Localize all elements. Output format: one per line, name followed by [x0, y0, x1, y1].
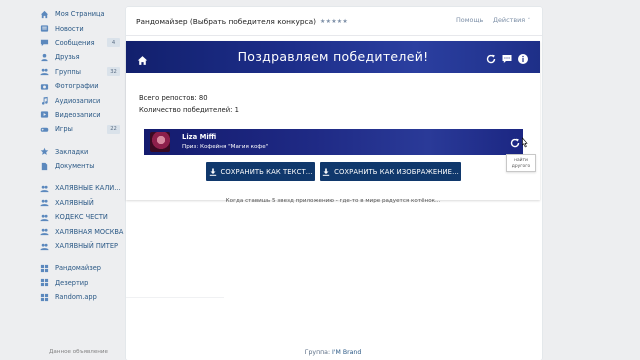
sidebar-item-group[interactable]: ХАЛЯВНАЯ МОСКВА: [36, 224, 124, 238]
sidebar-item-documents[interactable]: Документы: [36, 159, 122, 173]
home-icon: [40, 10, 49, 19]
app-footer: Группа: I'M Brand: [126, 349, 540, 356]
sidebar-item-label: Игры: [55, 125, 73, 134]
save-as-text-button[interactable]: СОХРАНИТЬ КАК ТЕКСТ...: [206, 162, 315, 181]
sidebar-separator: [36, 137, 122, 145]
photos-icon: [40, 82, 49, 91]
chat-icon[interactable]: [501, 50, 513, 63]
bookmarks-icon: [40, 147, 49, 156]
group-icon: [40, 227, 49, 236]
sidebar-item-app[interactable]: Рандомайзер: [36, 261, 122, 275]
save-as-text-label: СОХРАНИТЬ КАК ТЕКСТ...: [220, 167, 313, 176]
sidebar-item-label: Закладки: [55, 147, 89, 156]
sidebar-item-group[interactable]: ХАЛЯВНЫЙ ПИТЕР: [36, 239, 122, 253]
actions-menu[interactable]: Действия ˅: [493, 16, 530, 24]
sidebar-item-label: ХАЛЯВНЫЙ ПИТЕР: [55, 242, 118, 251]
app-banner: Поздравляем победителей!: [126, 41, 540, 73]
footer-prefix: Группа:: [304, 349, 333, 356]
sidebar-item-friends[interactable]: Друзья: [36, 50, 122, 64]
winners-count: Количество победителей: 1: [139, 106, 239, 114]
sidebar-item-label: Группы: [55, 67, 81, 76]
sidebar-item-audio[interactable]: Аудиозаписи: [36, 93, 122, 107]
sidebar-item-label: Рандомайзер: [55, 264, 101, 273]
sidebar-item-label: Моя Страница: [55, 10, 105, 19]
help-link[interactable]: Помощь: [456, 16, 483, 24]
sidebar-item-label: Фотографии: [55, 82, 99, 91]
total-reposts: Всего репостов: 80: [139, 94, 208, 102]
sidebar-item-label: ХАЛЯВНЫЕ КАЛИ...: [55, 184, 121, 193]
sidebar-item-label: Видеозаписи: [55, 110, 101, 119]
rating-tagline: Когда ставишь 5 звезд приложению - где-т…: [225, 198, 441, 204]
info-icon[interactable]: [517, 50, 529, 64]
sidebar-separator: [36, 173, 122, 181]
games-count-badge: 22: [107, 124, 120, 134]
audio-icon: [40, 96, 49, 105]
apps-grid-icon: [40, 264, 49, 273]
winner-prize: Приз: Кофейня "Магия кофе": [182, 144, 269, 150]
sidebar-item-games[interactable]: Игры 22: [36, 122, 122, 136]
news-icon: [40, 24, 49, 33]
group-icon: [40, 213, 49, 222]
sidebar-ad-label[interactable]: Данное объявление: [49, 349, 108, 355]
sidebar-item-my-page[interactable]: Моя Страница: [36, 7, 122, 21]
rating-stars[interactable]: ★★★★★: [320, 18, 348, 25]
app-title: Рандомайзер (Выбрать победителя конкурса…: [136, 16, 317, 26]
actions-label: Действия: [493, 16, 526, 24]
groups-count-badge: 32: [107, 67, 120, 77]
refresh-icon[interactable]: [485, 50, 497, 64]
group-icon: [40, 242, 49, 251]
messages-icon: [40, 38, 49, 47]
divider: [126, 297, 224, 298]
reroll-tooltip: найти другого: [506, 154, 536, 172]
group-icon: [40, 184, 49, 193]
chevron-down-icon: ˅: [526, 18, 531, 24]
app-frame: Поздравляем победителей! Всего репостов:…: [126, 41, 540, 200]
sidebar-item-label: КОДЕКС ЧЕСТИ: [55, 213, 108, 222]
winner-avatar[interactable]: [150, 132, 170, 152]
app-header: Рандомайзер (Выбрать победителя конкурса…: [126, 7, 542, 36]
sidebar-item-label: Дезертир: [55, 278, 89, 287]
sidebar-item-messages[interactable]: Сообщения 4: [36, 36, 122, 50]
sidebar-item-photos[interactable]: Фотографии: [36, 79, 122, 93]
groups-icon: [40, 67, 49, 76]
save-as-image-button[interactable]: СОХРАНИТЬ КАК ИЗОБРАЖЕНИЕ...: [320, 162, 461, 181]
mouse-pointer-icon: [522, 137, 528, 148]
sidebar-item-news[interactable]: Новости: [36, 21, 122, 35]
sidebar-item-label: Random.app: [55, 293, 97, 302]
sidebar-item-bookmarks[interactable]: Закладки: [36, 145, 122, 159]
download-icon: [322, 168, 330, 176]
sidebar-item-label: Новости: [55, 24, 84, 33]
sidebar-item-label: Документы: [55, 162, 95, 171]
save-as-image-label: СОХРАНИТЬ КАК ИЗОБРАЖЕНИЕ...: [334, 167, 459, 176]
apps-grid-icon: [40, 278, 49, 287]
sidebar-item-label: Аудиозаписи: [55, 96, 101, 105]
messages-count-badge: 4: [107, 38, 120, 48]
sidebar-item-group[interactable]: КОДЕКС ЧЕСТИ: [36, 210, 122, 224]
sidebar-item-label: Сообщения: [55, 38, 95, 47]
download-icon: [209, 168, 216, 176]
sidebar-item-app[interactable]: Random.app: [36, 290, 122, 304]
sidebar-item-label: Друзья: [55, 53, 80, 62]
left-sidebar: Моя Страница Новости Сообщения 4 Друзья …: [36, 7, 124, 304]
sidebar-item-group[interactable]: ХАЛЯВНЫЕ КАЛИ...: [36, 181, 122, 195]
sidebar-item-groups[interactable]: Группы 32: [36, 65, 122, 79]
sidebar-item-app[interactable]: Дезертир: [36, 276, 122, 290]
sidebar-item-video[interactable]: Видеозаписи: [36, 108, 122, 122]
group-link[interactable]: I'M Brand: [332, 349, 361, 356]
winner-name[interactable]: Liza Miffi: [182, 133, 216, 141]
sidebar-item-label: ХАЛЯВНАЯ МОСКВА: [55, 227, 124, 236]
sidebar-item-label: ХАЛЯВНЫЙ: [55, 198, 94, 207]
sidebar-item-group[interactable]: ХАЛЯВНЫЙ: [36, 196, 122, 210]
banner-title: Поздравляем победителей!: [237, 49, 429, 64]
sidebar-separator: [36, 253, 122, 261]
video-icon: [40, 110, 49, 119]
friends-icon: [40, 53, 49, 62]
app-card: Рандомайзер (Выбрать победителя конкурса…: [126, 7, 542, 360]
winner-row: Liza Miffi Приз: Кофейня "Магия кофе": [144, 129, 523, 155]
documents-icon: [40, 162, 49, 171]
group-icon: [40, 198, 49, 207]
games-icon: [40, 125, 49, 134]
apps-grid-icon: [40, 293, 49, 302]
